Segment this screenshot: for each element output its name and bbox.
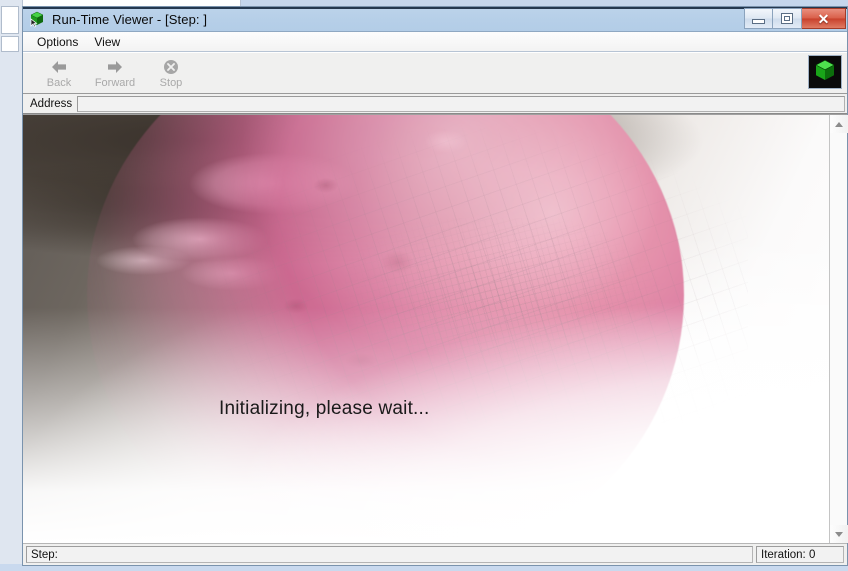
background-left-panel xyxy=(0,0,23,571)
app-logo-button[interactable] xyxy=(808,55,842,89)
toolbar: Back Forward Stop xyxy=(23,52,847,94)
maximize-button[interactable] xyxy=(773,8,802,29)
maximize-icon xyxy=(781,13,793,24)
scrollbar-up-button[interactable] xyxy=(830,115,848,133)
background-panel-box-1 xyxy=(1,6,19,34)
viewer-content-pane[interactable]: Initializing, please wait... xyxy=(23,115,829,543)
forward-button-label: Forward xyxy=(94,76,136,89)
toolbar-navigation-group: Back Forward Stop xyxy=(23,52,199,93)
menu-bar: Options View xyxy=(23,32,847,52)
address-input[interactable] xyxy=(77,95,845,112)
loading-message: Initializing, please wait... xyxy=(219,398,430,419)
address-label: Address xyxy=(30,97,73,110)
green-cube-icon xyxy=(28,10,46,28)
window-title: Run-Time Viewer - [Step: ] xyxy=(52,11,208,27)
close-button[interactable]: ✕ xyxy=(802,8,846,29)
status-step-cell: Step: xyxy=(26,546,753,563)
scroll-up-icon xyxy=(835,121,843,127)
stop-button-label: Stop xyxy=(159,76,183,89)
scroll-down-icon xyxy=(835,531,843,537)
run-time-viewer-window: Run-Time Viewer - [Step: ] ✕ Options Vie… xyxy=(22,6,848,566)
back-button[interactable]: Back xyxy=(31,53,87,93)
arrow-right-icon xyxy=(105,58,125,76)
forward-button[interactable]: Forward xyxy=(87,53,143,93)
content-row: Initializing, please wait... xyxy=(23,114,848,543)
address-bar: Address xyxy=(23,94,847,114)
background-panel-box-2 xyxy=(1,36,19,52)
title-bar[interactable]: Run-Time Viewer - [Step: ] ✕ xyxy=(23,7,847,32)
minimize-icon xyxy=(752,18,765,24)
close-icon: ✕ xyxy=(817,10,830,27)
minimize-button[interactable] xyxy=(744,8,773,29)
stop-button[interactable]: Stop xyxy=(143,53,199,93)
vertical-scrollbar[interactable] xyxy=(829,115,848,543)
scrollbar-track[interactable] xyxy=(830,133,847,525)
back-button-label: Back xyxy=(46,76,72,89)
status-iteration-label: Iteration: 0 xyxy=(761,548,816,561)
status-bar: Step: Iteration: 0 xyxy=(23,543,847,565)
green-cube-logo-icon xyxy=(812,57,838,88)
menu-item-view[interactable]: View xyxy=(86,33,128,51)
stop-circle-icon xyxy=(161,58,181,76)
status-iteration-cell: Iteration: 0 xyxy=(756,546,844,563)
globe-artwork-white-wash xyxy=(23,115,829,543)
arrow-left-icon xyxy=(49,58,69,76)
window-controls: ✕ xyxy=(744,8,846,30)
status-step-label: Step: xyxy=(31,548,58,561)
menu-item-options[interactable]: Options xyxy=(29,33,86,51)
scrollbar-down-button[interactable] xyxy=(830,525,848,543)
